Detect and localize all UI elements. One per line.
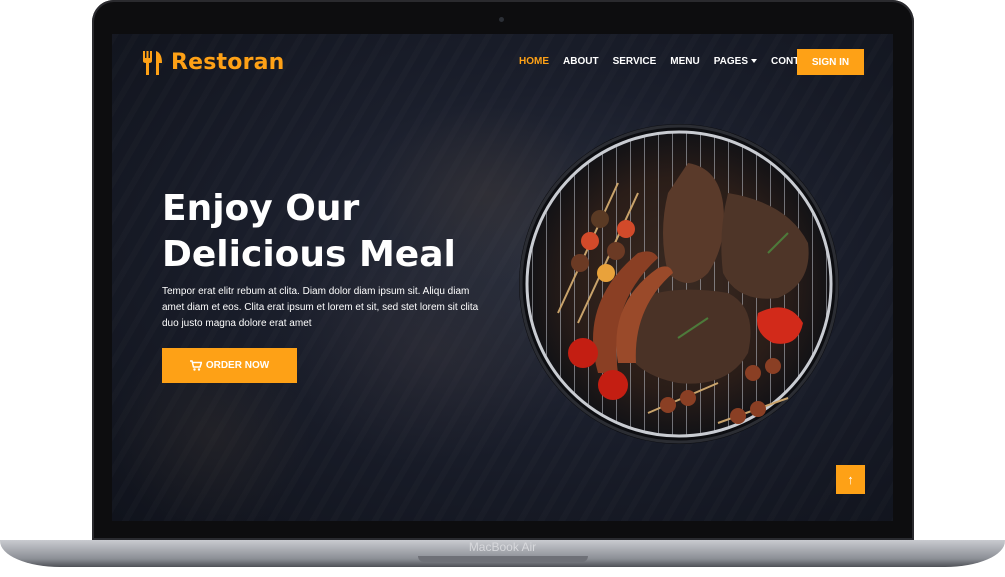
sign-in-button[interactable]: SIGN IN [797,49,864,75]
nav-item-menu[interactable]: MENU [663,56,706,68]
nav-item-about[interactable]: ABOUT [556,56,606,68]
utensils-icon [143,50,162,75]
hero-title: Enjoy Our Delicious Meal [162,186,492,278]
nav-item-pages[interactable]: PAGES [707,56,764,68]
brand-logo[interactable]: Restoran [141,50,285,75]
browser-screen: Restoran HOME ABOUT SERVICE MENU PAGES C… [112,34,893,521]
laptop-notch [418,556,588,562]
nav-item-home[interactable]: HOME [512,56,556,68]
hero-description: Tempor erat elitr rebum at clita. Diam d… [162,286,479,329]
nav-item-service[interactable]: SERVICE [606,56,664,68]
chevron-down-icon [751,59,758,64]
main-nav: HOME ABOUT SERVICE MENU PAGES CONTACT [512,56,826,68]
back-to-top-button[interactable]: ↑ [836,465,865,494]
hero-title-line-1: Enjoy Our [162,188,360,229]
nav-item-pages-label: PAGES [713,56,749,67]
arrow-up-icon: ↑ [847,472,854,487]
order-now-button[interactable]: ORDER NOW [162,348,297,383]
bbq-grill-image [519,124,839,444]
hero-title-line-2: Delicious Meal [162,234,456,275]
cart-icon [189,360,202,371]
order-now-label: ORDER NOW [205,360,270,371]
camera-icon [499,17,504,22]
brand-name: Restoran [171,50,285,75]
device-label: MacBook Air [468,540,537,554]
